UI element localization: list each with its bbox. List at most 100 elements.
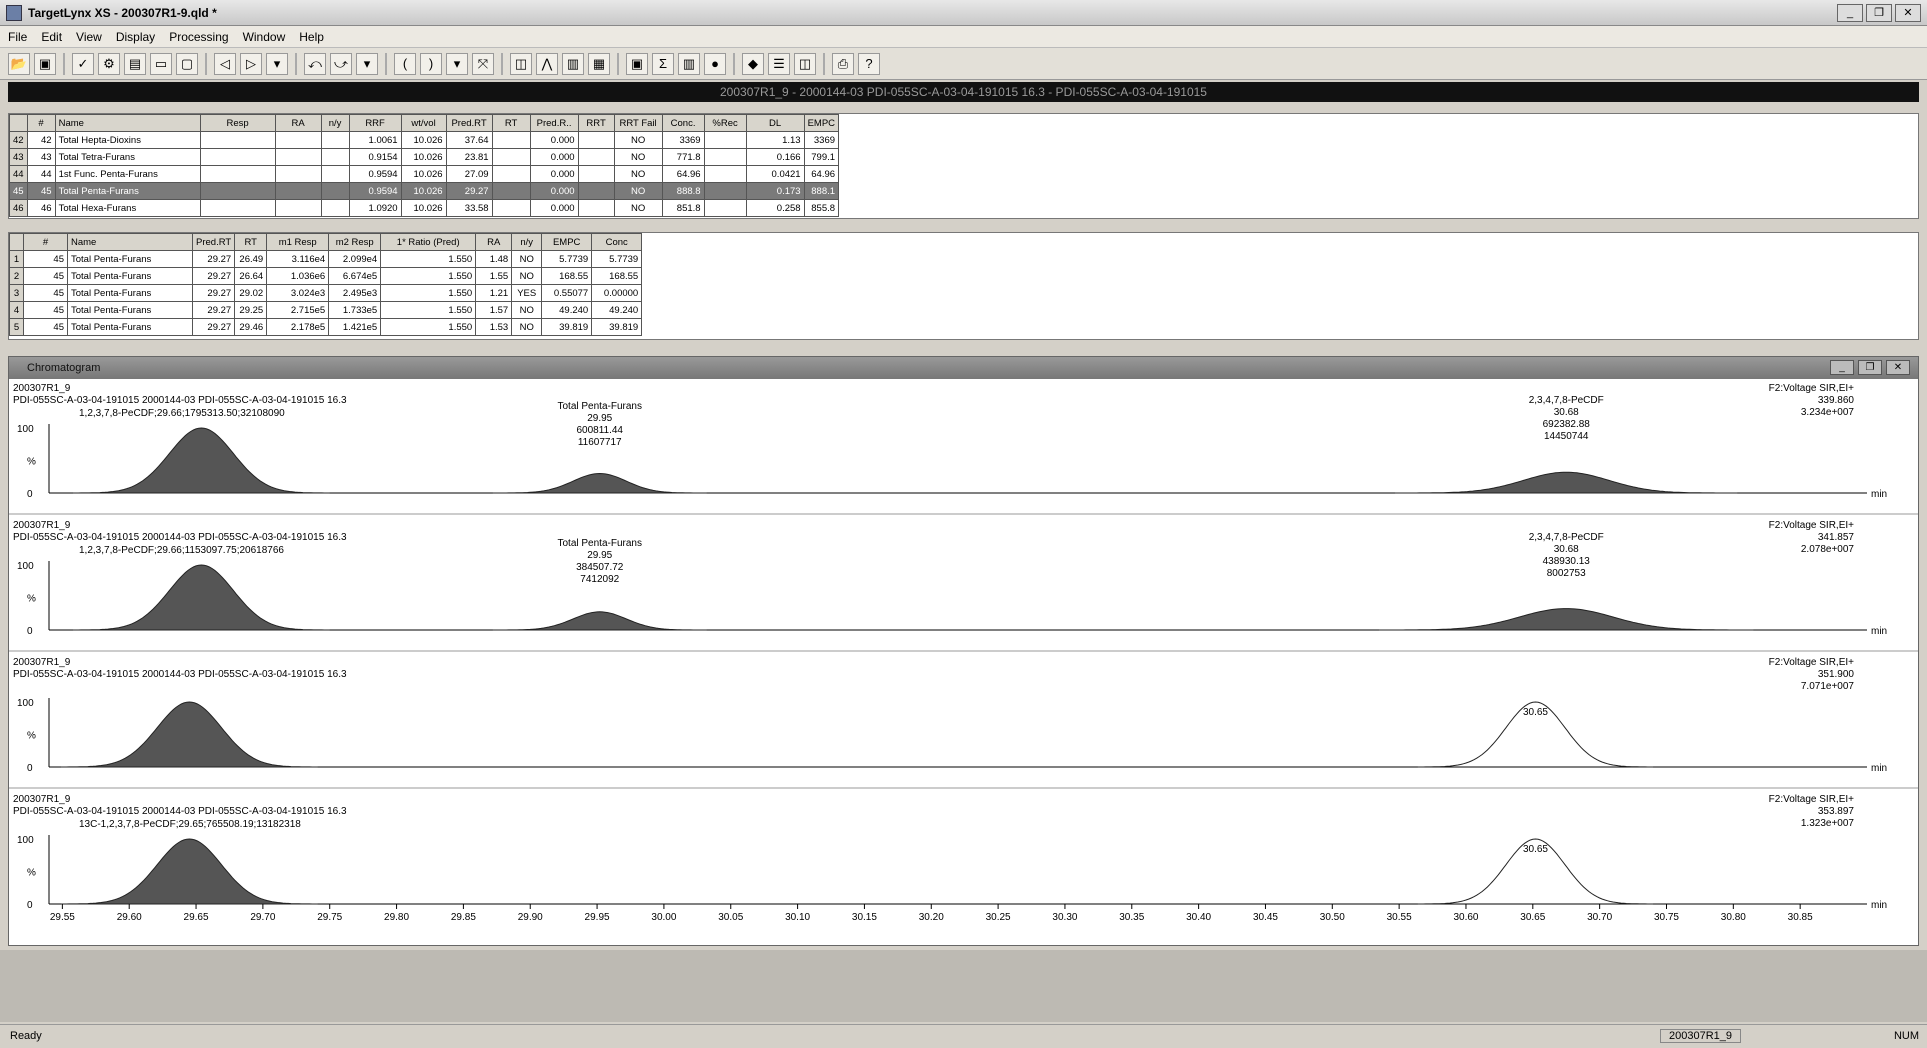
table-cell[interactable]: Total Tetra-Furans xyxy=(54,148,201,166)
menu-processing[interactable]: Processing xyxy=(169,30,228,44)
layout-icon[interactable]: ▣ xyxy=(626,52,648,75)
table-cell[interactable]: 1.550 xyxy=(380,284,477,302)
table-cell[interactable]: 2.715e5 xyxy=(266,301,330,319)
table-row[interactable]: 42 42 Total Hepta-Dioxins 1.0061 10.026 37.64… xyxy=(9,131,840,149)
table-cell[interactable] xyxy=(577,165,615,183)
table-cell[interactable]: 49.240 xyxy=(591,301,643,319)
open-icon[interactable]: 📂 xyxy=(8,52,30,75)
table-cell[interactable] xyxy=(199,182,276,200)
menu-display[interactable]: Display xyxy=(116,30,155,44)
table-cell[interactable]: 39.819 xyxy=(541,318,593,336)
table-cell[interactable] xyxy=(577,131,615,149)
table-row[interactable]: 46 46 Total Hexa-Furans 1.0920 10.026 33.58 0.… xyxy=(9,199,840,217)
col-header[interactable]: m2 Resp xyxy=(328,233,382,251)
col-header[interactable]: DL xyxy=(745,114,805,132)
col-header[interactable]: Conc. xyxy=(661,114,705,132)
chrom-close-button[interactable]: ✕ xyxy=(1886,360,1910,375)
table-cell[interactable]: 2.495e3 xyxy=(328,284,382,302)
table-cell[interactable]: 0.9154 xyxy=(348,148,402,166)
peak-icon[interactable]: ⋀ xyxy=(536,52,558,75)
menu-view[interactable]: View xyxy=(76,30,102,44)
table-cell[interactable]: 29.27 xyxy=(191,301,236,319)
table-cell[interactable]: 45 xyxy=(23,250,68,268)
table-cell[interactable]: 45 xyxy=(26,182,56,200)
table-cell[interactable]: 10.026 xyxy=(400,182,447,200)
col-header[interactable]: Name xyxy=(67,233,193,251)
table-cell[interactable]: 29.02 xyxy=(234,284,268,302)
table-cell[interactable] xyxy=(491,199,531,217)
table-cell[interactable]: Total Hepta-Dioxins xyxy=(54,131,201,149)
col-header[interactable]: Pred.R.. xyxy=(529,114,579,132)
table-row[interactable]: 2 45 Total Penta-Furans 29.27 26.64 1.036e6 6.… xyxy=(9,267,643,285)
peak-area[interactable] xyxy=(492,611,707,631)
col-header[interactable]: Name xyxy=(54,114,201,132)
table-cell[interactable] xyxy=(703,131,747,149)
table-cell[interactable]: 1.421e5 xyxy=(328,318,382,336)
table-cell[interactable]: NO xyxy=(511,250,543,268)
table-cell[interactable]: 42 xyxy=(26,131,56,149)
table-cell[interactable] xyxy=(320,131,350,149)
table-cell[interactable] xyxy=(199,131,276,149)
col-header[interactable]: n/y xyxy=(320,114,350,132)
row-header[interactable]: 4 xyxy=(9,301,24,319)
table-cell[interactable]: 2.178e5 xyxy=(266,318,330,336)
row-header[interactable]: 45 xyxy=(9,182,28,200)
table-cell[interactable]: 0.000 xyxy=(529,199,579,217)
table-cell[interactable]: 1.0920 xyxy=(348,199,402,217)
row-header[interactable]: 44 xyxy=(9,165,28,183)
split-vertical-icon[interactable]: ◫ xyxy=(794,52,816,75)
restore-button[interactable]: ❐ xyxy=(1866,4,1892,22)
table-cell[interactable]: 43 xyxy=(26,148,56,166)
table-cell[interactable]: 888.8 xyxy=(661,182,705,200)
table-cell[interactable]: 26.49 xyxy=(234,250,268,268)
check-icon[interactable]: ✓ xyxy=(72,52,94,75)
row-header[interactable]: 42 xyxy=(9,131,28,149)
table-cell[interactable]: 29.27 xyxy=(445,182,493,200)
table-cell[interactable]: 23.81 xyxy=(445,148,493,166)
menu-file[interactable]: File xyxy=(8,30,27,44)
table-cell[interactable] xyxy=(274,148,322,166)
table-cell[interactable]: 0.000 xyxy=(529,182,579,200)
table-cell[interactable]: 1.48 xyxy=(475,250,513,268)
col-header[interactable]: Pred.RT xyxy=(191,233,236,251)
table-row[interactable]: 5 45 Total Penta-Furans 29.27 29.46 2.178e5 1.… xyxy=(9,318,643,336)
peak-prev-icon[interactable]: ⤺ xyxy=(304,52,326,75)
table-cell[interactable]: 29.27 xyxy=(191,284,236,302)
help-icon[interactable]: ? xyxy=(858,52,880,75)
chrom-minimize-button[interactable]: _ xyxy=(1830,360,1854,375)
col-header[interactable]: # xyxy=(26,114,56,132)
col-header[interactable]: RT xyxy=(234,233,268,251)
table-cell[interactable]: 46 xyxy=(26,199,56,217)
row-header[interactable]: 2 xyxy=(9,267,24,285)
table-cell[interactable]: 0.000 xyxy=(529,148,579,166)
peak-next-icon[interactable]: ⤻ xyxy=(330,52,352,75)
table-cell[interactable]: 49.240 xyxy=(541,301,593,319)
menu-edit[interactable]: Edit xyxy=(41,30,62,44)
table-cell[interactable]: 771.8 xyxy=(661,148,705,166)
table-row[interactable]: 44 44 1st Func. Penta-Furans 0.9594 10.026 27… xyxy=(9,165,840,183)
col-header[interactable]: EMPC xyxy=(541,233,593,251)
record-icon[interactable]: ● xyxy=(704,52,726,75)
table-row[interactable]: 43 43 Total Tetra-Furans 0.9154 10.026 23.81 0… xyxy=(9,148,840,166)
table-cell[interactable]: 0.000 xyxy=(529,165,579,183)
table-cell[interactable] xyxy=(703,165,747,183)
table-cell[interactable]: NO xyxy=(613,148,663,166)
prev-compound-icon[interactable]: ◁ xyxy=(214,52,236,75)
split-horizontal-icon[interactable]: ☰ xyxy=(768,52,790,75)
peak-area[interactable] xyxy=(492,472,707,494)
table-cell[interactable]: 1.57 xyxy=(475,301,513,319)
peak-area[interactable] xyxy=(73,564,330,631)
table-cell[interactable]: 1st Func. Penta-Furans xyxy=(54,165,201,183)
table-cell[interactable]: 855.8 xyxy=(803,199,840,217)
table-cell[interactable]: 0.0421 xyxy=(745,165,805,183)
col-header[interactable]: RRF xyxy=(348,114,402,132)
table-cell[interactable]: 2.099e4 xyxy=(328,250,382,268)
minimize-button[interactable]: _ xyxy=(1837,4,1863,22)
table-cell[interactable]: 0.55077 xyxy=(541,284,593,302)
table-cell[interactable]: 3.024e3 xyxy=(266,284,330,302)
table-cell[interactable] xyxy=(320,199,350,217)
bracket-right-icon[interactable]: ) xyxy=(420,52,442,75)
print-icon[interactable]: ⎙ xyxy=(832,52,854,75)
zoom-fit-icon[interactable]: ⤧ xyxy=(472,52,494,75)
peak-area[interactable] xyxy=(61,701,318,768)
